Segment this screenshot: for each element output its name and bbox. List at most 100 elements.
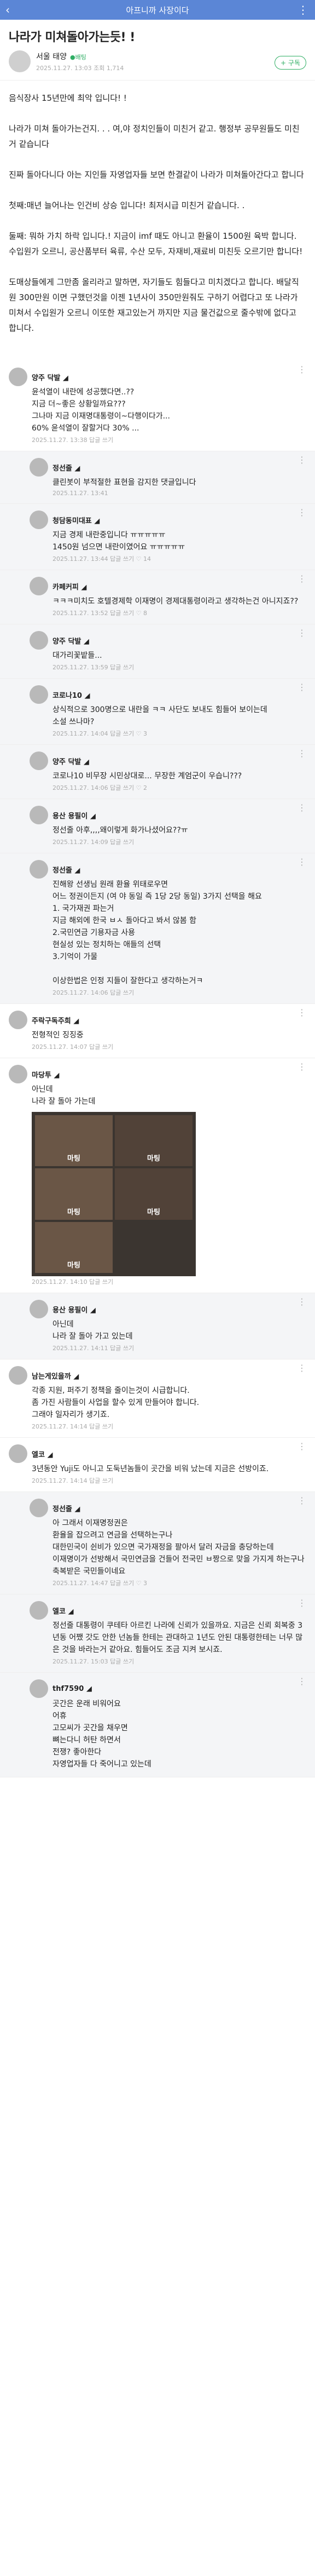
avatar[interactable] — [9, 50, 31, 72]
comment-meta: 2025.11.27. 14:14 답글 쓰기 — [32, 1477, 114, 1484]
comment-meta: 2025.11.27. 14:10 답글 쓰기 — [32, 1278, 114, 1286]
reply-item: 정선줄 ◢ ⋮ 클린봇이 부적절한 표현을 감지한 댓글입니다 2025.11.27.… — [0, 451, 315, 504]
comment-text: 아 그래서 이재명정권은 환율을 잡으려고 연금을 선택하는구나 대한민국이 쉰… — [52, 1519, 305, 1576]
comment-meta: 2025.11.27. 14:06 답글 쓰기 ♡ 2 — [52, 784, 148, 791]
comment-avatar[interactable] — [30, 510, 48, 529]
comment-avatar[interactable] — [30, 806, 48, 824]
comment-author[interactable]: 엘코 ◢ — [52, 1605, 73, 1616]
reply-item: 카페커피 ◢ ⋮ ㅋㅋㅋ미치도 호텔경제학 이재명이 경제대통령이라고 생각하는건 … — [0, 570, 315, 624]
comment-text: 아닌데 나라 잘 돌아 가고 있는데 — [52, 1320, 133, 1341]
comment-avatar[interactable] — [9, 1065, 27, 1083]
comment-item: 마당투 ◢ ⋮ 아닌데 나라 잘 돌아 가는데마팅 마팅 마팅 마팅 마팅 2025.11.2… — [0, 1058, 315, 1293]
comment-author[interactable]: 엘코 ◢ — [32, 1449, 52, 1459]
comment-avatar[interactable] — [30, 631, 48, 650]
comment-avatar[interactable] — [30, 1300, 48, 1318]
comment-meta: 2025.11.27. 15:03 답글 쓰기 — [52, 1658, 135, 1665]
comment-text: 진해왕 선생님 원래 환율 위태로우면 어느 정권이든지 (여 야 동일 즉 1… — [52, 880, 262, 985]
comment-menu-icon[interactable]: ⋮ — [298, 455, 306, 465]
comment-menu-icon[interactable]: ⋮ — [298, 507, 306, 518]
comment-text: 코로나10 비무장 시민상대로... 무장한 계엄군이 우습니??? — [52, 772, 242, 781]
comment-author[interactable]: 양주 닥발 ◢ — [52, 635, 89, 646]
comment-text: 3년동안 Yuji도 아니고 도둑년놈들이 곳간을 비워 났는데 지금은 선방이… — [32, 1465, 269, 1473]
author-badge: ●배팅 — [69, 53, 86, 61]
paragraph: 도매상들에게 그만좀 올리라고 말하면, 자기들도 힘들다고 미치겠다고 합니다… — [9, 277, 299, 333]
comment-author[interactable]: 마당투 ◢ — [32, 1069, 59, 1080]
comment-author[interactable]: 양주 닥발 ◢ — [32, 372, 68, 382]
comment-menu-icon[interactable]: ⋮ — [298, 1676, 306, 1686]
author-name[interactable]: 서울 태양 — [36, 53, 67, 61]
comment-image[interactable]: 마팅 마팅 마팅 마팅 마팅 — [32, 1112, 196, 1276]
comment-text: 윤석열이 내란에 성공했다면..?? 지금 더~좋은 상황일까요??? 그나마 … — [32, 388, 170, 433]
comment-author[interactable]: 정선줄 ◢ — [52, 462, 80, 473]
comment-text: ㅋㅋㅋ미치도 호텔경제학 이재명이 경제대통령이라고 생각하는건 아니지죠?? — [52, 597, 299, 606]
comment-menu-icon[interactable]: ⋮ — [298, 1598, 306, 1608]
comment-avatar[interactable] — [9, 368, 27, 386]
comment-menu-icon[interactable]: ⋮ — [298, 1363, 306, 1373]
comment-menu-icon[interactable]: ⋮ — [298, 682, 306, 692]
comment-author[interactable]: 양주 닥발 ◢ — [52, 756, 89, 766]
comment-menu-icon[interactable]: ⋮ — [298, 1495, 306, 1506]
comment-avatar[interactable] — [30, 685, 48, 704]
comment-avatar[interactable] — [9, 1366, 27, 1385]
comment-author[interactable]: 청담동미대표 ◢ — [52, 515, 100, 525]
comment-author[interactable]: 정선줄 ◢ — [52, 864, 80, 875]
comment-author[interactable]: 정선줄 ◢ — [52, 1503, 80, 1513]
comment-text: 정선줄 대통령이 쿠테타 아르킨 나라에 신뢰가 있을까요. 지금은 신뢰 회복… — [52, 1621, 303, 1654]
follow-button[interactable]: + 구독 — [275, 56, 306, 70]
comment-avatar[interactable] — [30, 860, 48, 879]
top-app-bar: ‹ 아프니까 사장이다 ⋮ — [0, 0, 315, 20]
comment-avatar[interactable] — [30, 458, 48, 477]
comment-meta: 2025.11.27. 14:47 답글 쓰기 ♡ 3 — [52, 1580, 148, 1587]
comment-author[interactable]: 남는게있을까 ◢ — [32, 1370, 79, 1381]
comment-meta: 2025.11.27. 13:59 답글 쓰기 — [52, 664, 135, 671]
comment-avatar[interactable] — [30, 1679, 48, 1698]
post-title: 나라가 미쳐돌아가는듯! ! — [9, 31, 135, 44]
comment-text: 아닌데 나라 잘 돌아 가는데 — [32, 1085, 96, 1106]
reply-item: 양주 닥발 ◢ ⋮ 대가리꽃밭들... 2025.11.27. 13:59 답글 쓰기 — [0, 624, 315, 679]
comment-text: 대가리꽃밭들... — [52, 651, 102, 660]
comment-meta: 2025.11.27. 14:14 답글 쓰기 — [32, 1423, 114, 1430]
post-meta: 2025.11.27. 13:03 조회 1,714 — [36, 64, 124, 72]
back-arrow-icon[interactable]: ‹ — [5, 3, 10, 16]
comment-text: 각종 지원, 퍼주기 정책을 줄이는것이 시급합니다. 좀 가진 사람들이 사업… — [32, 1386, 200, 1419]
comment-avatar[interactable] — [30, 1601, 48, 1620]
reply-item: 엘코 ◢ ⋮ 정선줄 대통령이 쿠테타 아르킨 나라에 신뢰가 있을까요. 지금은 … — [0, 1594, 315, 1673]
paragraph: 나라가 미쳐 돌아가는건지. . . 여,야 정치인들이 미친거 같고. 행정부… — [9, 124, 300, 149]
comment-avatar[interactable] — [9, 1011, 27, 1029]
comment-menu-icon[interactable]: ⋮ — [298, 628, 306, 638]
more-icon[interactable]: ⋮ — [298, 3, 308, 16]
comment-author[interactable]: 용산 용필이 ◢ — [52, 1304, 96, 1315]
comment-avatar[interactable] — [30, 1499, 48, 1517]
comment-text: 정선줄 아후,,,,왜이렇게 화가나셨어요??ㅠ — [52, 826, 188, 835]
comment-meta: 2025.11.27. 14:04 답글 쓰기 ♡ 3 — [52, 730, 148, 737]
comment-item: 주락구독주희 ◢ ⋮ 전형적인 징징중 2025.11.27. 14:07 답글 쓰기 — [0, 1004, 315, 1058]
comment-meta: 2025.11.27. 13:41 — [52, 490, 108, 497]
comment-item: 양주 닥발 ◢ ⋮ 윤석열이 내란에 성공했다면..?? 지금 더~좋은 상황일까요… — [0, 361, 315, 451]
comment-avatar[interactable] — [30, 751, 48, 770]
comment-menu-icon[interactable]: ⋮ — [298, 1062, 306, 1072]
comment-text: 곳간은 운래 비워어요 어휴 고모씨가 곳간을 채우면 뼈는다니 허탄 하면서 … — [52, 1700, 151, 1769]
paragraph: 둘째: 뭐하 가치 하락 입니다.! 지금이 imf 때도 아니고 환율이 15… — [9, 231, 303, 256]
comment-menu-icon[interactable]: ⋮ — [298, 573, 306, 584]
comment-avatar[interactable] — [30, 577, 48, 595]
comment-menu-icon[interactable]: ⋮ — [298, 748, 306, 759]
paragraph: 첫째:매년 늘어나는 인건비 상승 입니다! 최저시급 미친거 같습니다. . — [9, 200, 245, 210]
comment-author[interactable]: 카페커피 ◢ — [52, 581, 86, 592]
post-body: 음식장사 15년만에 최악 입니다! ! 나라가 미쳐 돌아가는건지. . . … — [0, 81, 315, 361]
post-author: 서울 태양 ●배팅 2025.11.27. 13:03 조회 1,714 + 구독 — [0, 50, 315, 81]
comment-author[interactable]: 코로나10 ◢ — [52, 690, 90, 700]
comment-text: 클린봇이 부적절한 표현을 감지한 댓글입니다 — [52, 478, 196, 487]
comment-menu-icon[interactable]: ⋮ — [298, 802, 306, 813]
reply-item: thf7590 ◢ ⋮ 곳간은 운래 비워어요 어휴 고모씨가 곳간을 채우면 뼈는… — [0, 1673, 315, 1777]
comment-author[interactable]: thf7590 ◢ — [52, 1685, 92, 1693]
image-caption: 마팅 — [115, 1168, 192, 1220]
image-caption: 마팅 — [115, 1115, 192, 1167]
comment-author[interactable]: 용산 용필이 ◢ — [52, 810, 96, 821]
comment-avatar[interactable] — [9, 1444, 27, 1463]
comment-menu-icon[interactable]: ⋮ — [298, 1007, 306, 1018]
comment-menu-icon[interactable]: ⋮ — [298, 364, 306, 375]
comment-author[interactable]: 주락구독주희 ◢ — [32, 1015, 79, 1025]
comment-menu-icon[interactable]: ⋮ — [298, 857, 306, 867]
comment-menu-icon[interactable]: ⋮ — [298, 1296, 306, 1307]
comment-menu-icon[interactable]: ⋮ — [298, 1441, 306, 1451]
